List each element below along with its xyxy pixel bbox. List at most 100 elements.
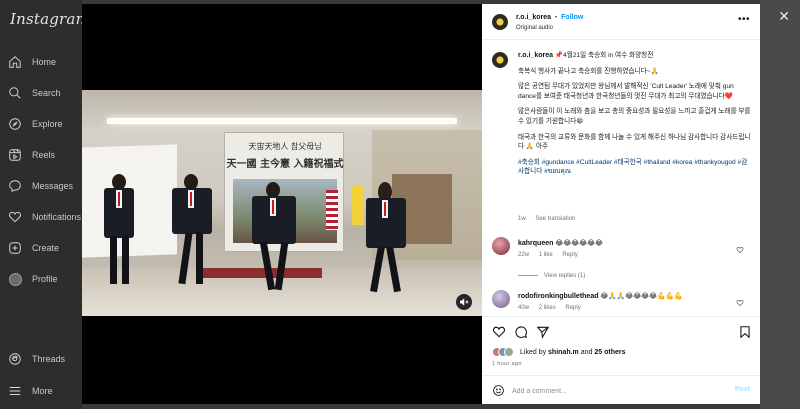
- caption-line: 📌4월21일 축승회 in 여수 화양청전: [554, 52, 654, 59]
- comment-time: 22w: [518, 252, 530, 258]
- commenter-avatar[interactable]: [492, 237, 510, 255]
- sidebar-item-label: Explore: [32, 119, 63, 129]
- sidebar-item-explore[interactable]: Explore: [8, 115, 63, 133]
- sidebar-item-profile[interactable]: Profile: [8, 270, 58, 288]
- liked-by: Liked by shinah.m and 25 others: [492, 347, 625, 357]
- caption-paragraph: 많은 공연팀 무대가 있었지만 왕님께서 발해적신 'Cult Leader' …: [518, 83, 734, 100]
- overlay-backdrop[interactable]: ✕: [760, 0, 800, 409]
- sidebar-item-label: Profile: [32, 274, 58, 284]
- mute-button[interactable]: [456, 294, 472, 310]
- follow-button[interactable]: Follow: [561, 14, 583, 21]
- sidebar-item-label: Reels: [32, 150, 56, 160]
- like-comment-button[interactable]: [736, 294, 744, 307]
- caption-hashtags[interactable]: #축승회 #gundance #CultLeader #태국한국 #thaila…: [518, 158, 752, 177]
- emoji-button[interactable]: [492, 384, 505, 397]
- author-avatar[interactable]: [492, 14, 508, 30]
- comment-input[interactable]: [512, 384, 712, 398]
- instagram-logo[interactable]: Instagram: [10, 10, 90, 28]
- caption-paragraph: 태국과 한국의 교류와 문화를 함께 나눌 수 있게 해주신 하나님 감사합니다…: [518, 133, 751, 151]
- liker-avatar: [504, 347, 514, 357]
- explore-icon: [8, 117, 22, 131]
- comment-time: 40w: [518, 305, 530, 311]
- like-button[interactable]: [492, 325, 506, 339]
- home-icon: [8, 55, 22, 69]
- liked-by-prefix: Liked by: [520, 348, 547, 356]
- post-panel: r.o.i_korea • Follow Original audio ••• …: [482, 4, 760, 404]
- heart-icon: [736, 246, 744, 254]
- share-button[interactable]: [536, 325, 550, 339]
- ceiling-light: [107, 118, 457, 124]
- caption-paragraph: 많은사람들이 이 노래와 춤을 보고 총의 중요성과 필요성을 느끼고 즐겁게 …: [518, 108, 751, 125]
- flag: [352, 185, 364, 225]
- speaker-muted-icon: [460, 298, 469, 306]
- sidebar-item-label: Notifications: [32, 212, 82, 222]
- video-frame: 天宙天地人 참父母님 天一國 主今憲 入籍祝福式: [82, 90, 482, 316]
- heart-icon: [8, 210, 22, 224]
- comment-likes[interactable]: 1 like: [539, 252, 553, 258]
- banner-line-1: 天宙天地人 참父母님: [248, 142, 322, 151]
- sidebar-item-home[interactable]: Home: [8, 53, 56, 71]
- liked-by-user[interactable]: shinah.m: [548, 349, 579, 356]
- post-caption: r.o.i_korea 📌4월21일 축승회 in 여수 화양청전 축복식 행사…: [518, 51, 752, 183]
- commenter-username[interactable]: rodofironkingbullethead: [518, 293, 599, 300]
- save-button[interactable]: [738, 325, 752, 339]
- banner-line-2: 天一國 主今憲 入籍祝福式: [226, 159, 344, 170]
- sidebar-item-reels[interactable]: Reels: [8, 146, 55, 164]
- more-options-icon[interactable]: •••: [738, 14, 750, 25]
- separator-dot: •: [555, 14, 558, 21]
- sidebar-item-label: Home: [32, 57, 57, 67]
- reply-button[interactable]: Reply: [562, 252, 577, 258]
- audio-label[interactable]: Original audio: [516, 25, 553, 31]
- reel-video[interactable]: 天宙天地人 참父母님 天一國 主今憲 入籍祝福式: [82, 4, 482, 404]
- comment-icon: [515, 326, 527, 338]
- reply-button[interactable]: Reply: [565, 305, 580, 311]
- view-replies-button[interactable]: View replies (1): [518, 273, 585, 279]
- commenter-username[interactable]: kahrqueen: [518, 240, 553, 247]
- menu-icon: [8, 384, 22, 398]
- bookmark-icon: [740, 326, 750, 339]
- caption-time: 1w: [518, 216, 526, 222]
- comment-likes[interactable]: 2 likes: [539, 305, 556, 311]
- sidebar-item-more[interactable]: More: [8, 382, 53, 400]
- search-icon: [8, 86, 22, 100]
- sidebar-item-search[interactable]: Search: [8, 84, 61, 102]
- sidebar-item-threads[interactable]: Threads: [8, 350, 65, 368]
- post-time: 1 hour ago: [492, 361, 522, 367]
- close-icon[interactable]: ✕: [778, 8, 790, 25]
- like-comment-button[interactable]: [736, 241, 744, 254]
- caption-avatar[interactable]: [492, 52, 508, 68]
- caption-paragraph: 축복식 행사가 끝나고 축승회를 진행하였습니다~🙏: [518, 67, 659, 75]
- heart-icon: [492, 326, 506, 338]
- sidebar-item-label: Threads: [32, 354, 66, 364]
- commenter-avatar[interactable]: [492, 290, 510, 308]
- see-translation-link[interactable]: See translation: [535, 216, 575, 222]
- sidebar-item-messages[interactable]: Messages: [8, 177, 73, 195]
- avatar-icon: [8, 272, 22, 286]
- post-comment-button[interactable]: Post: [735, 386, 750, 393]
- sidebar-item-label: Create: [32, 243, 60, 253]
- post-header: r.o.i_korea • Follow Original audio •••: [482, 4, 760, 40]
- comment-text: 😂😂😂😂😂😂: [555, 240, 603, 247]
- smiley-icon: [493, 385, 504, 396]
- caption-username[interactable]: r.o.i_korea: [518, 52, 553, 59]
- post-actions: Liked by shinah.m and 25 others 1 hour a…: [482, 316, 760, 404]
- liked-by-others[interactable]: 25 others: [594, 349, 625, 356]
- sidebar-item-create[interactable]: Create: [8, 239, 59, 257]
- comment-button[interactable]: [514, 325, 528, 339]
- author-username[interactable]: r.o.i_korea: [516, 14, 551, 21]
- threads-icon: [8, 352, 22, 366]
- send-icon: [536, 326, 550, 339]
- add-comment-bar: Post: [482, 375, 760, 405]
- comment-text: 😂🙏🙏😂😂😂😂💪💪💪: [600, 293, 683, 300]
- sidebar-item-label: Messages: [32, 181, 74, 191]
- sidebar-item-label: More: [32, 386, 53, 396]
- plus-icon: [8, 241, 22, 255]
- sidebar: Instagram Home Search Explore Reels Mess…: [0, 0, 90, 409]
- caption-meta: 1w See translation: [518, 216, 575, 222]
- reels-icon: [8, 148, 22, 162]
- messages-icon: [8, 179, 22, 193]
- sidebar-item-notifications[interactable]: Notifications: [8, 208, 81, 226]
- sidebar-item-label: Search: [32, 88, 61, 98]
- heart-icon: [736, 299, 744, 307]
- liked-by-and: and: [580, 348, 593, 356]
